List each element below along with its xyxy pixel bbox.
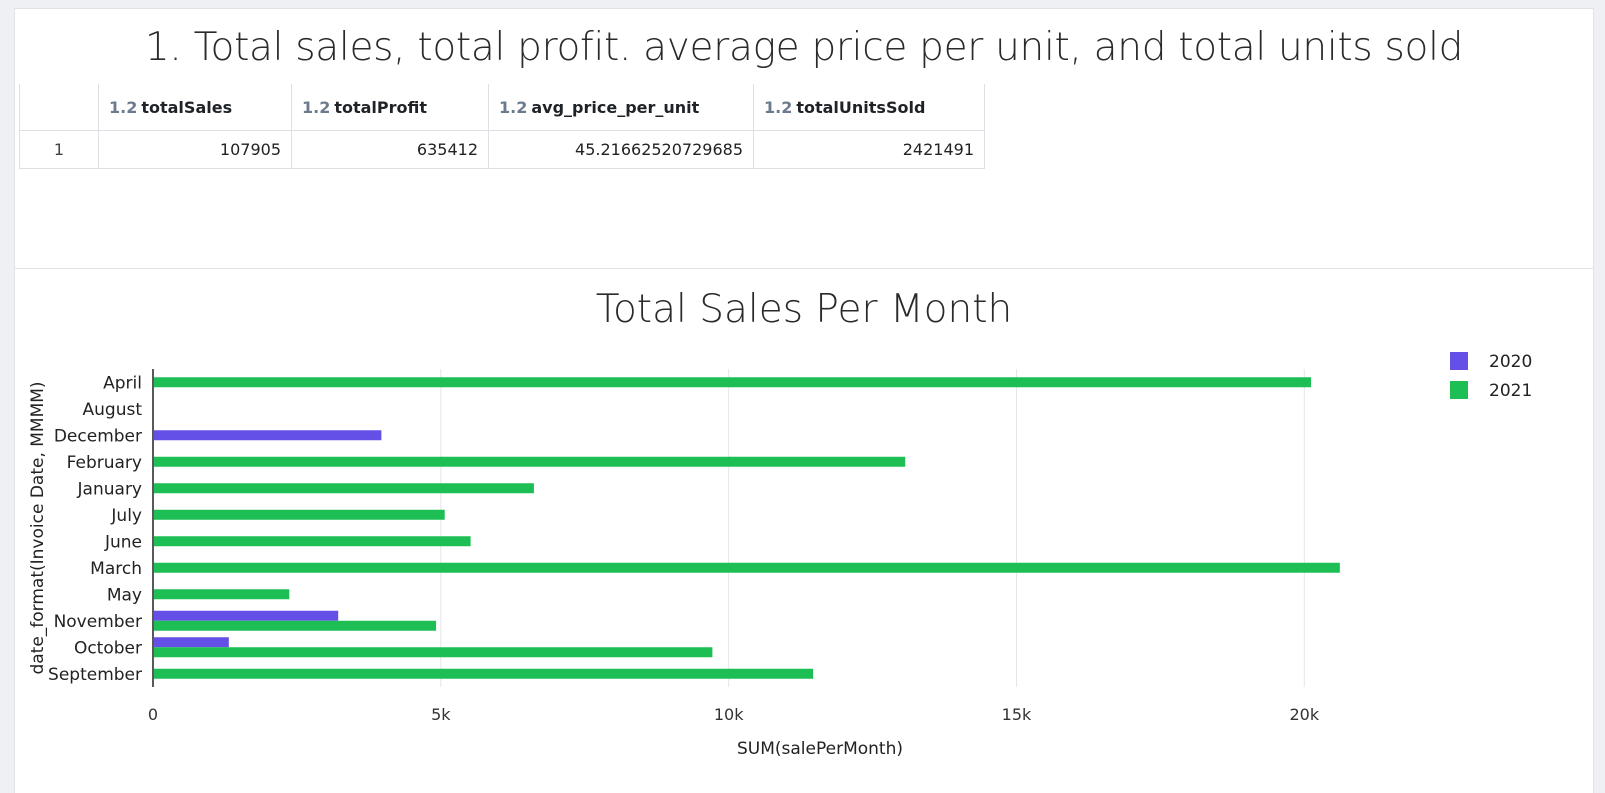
- table-panel-title: 1. Total sales, total profit. average pr…: [144, 25, 1464, 70]
- bar-2021: [154, 620, 437, 631]
- column-header-totalprofit[interactable]: 1.2 totalProfit: [291, 84, 489, 131]
- index-header: [19, 84, 99, 131]
- bar-2021: [154, 562, 1340, 573]
- bar-2020: [154, 610, 339, 621]
- y-tick-label: April: [103, 373, 142, 393]
- x-tick-label: 20k: [1289, 705, 1319, 724]
- column-header-label: totalUnitsSold: [796, 97, 926, 117]
- y-tick-label: May: [107, 585, 142, 605]
- bar-2021: [154, 668, 814, 679]
- x-tick-label: 10k: [714, 705, 744, 724]
- y-axis-label: date_format(Invoice Date, MMMM): [28, 381, 48, 674]
- column-header-totalunitssold[interactable]: 1.2 totalUnitsSold: [753, 84, 985, 131]
- legend-label-2021: 2021: [1489, 381, 1532, 401]
- bar-2021: [154, 377, 1312, 388]
- bar-2021: [154, 483, 534, 494]
- x-tick-label: 0: [148, 705, 158, 724]
- numeric-type-icon: 1.2: [764, 97, 793, 117]
- bar-2020: [154, 637, 229, 648]
- numeric-type-icon: 1.2: [302, 97, 331, 117]
- table-header-row: 1.2 totalSales 1.2 totalProfit 1.2 avg_pric…: [19, 84, 985, 131]
- table-panel: 1. Total sales, total profit. average pr…: [14, 8, 1594, 268]
- bar-2021: [154, 589, 290, 600]
- table-row: 1 107905 635412 45.21662520729685 242149…: [19, 130, 985, 169]
- y-tick-label: September: [48, 665, 142, 685]
- bar-2021: [154, 456, 906, 467]
- result-table: 1.2 totalSales 1.2 totalProfit 1.2 avg_pric…: [19, 84, 985, 169]
- bar-2021: [154, 647, 713, 658]
- chart-panel: Total Sales Per Month 0 5k 10k 15k 20k April A…: [14, 268, 1594, 793]
- column-header-label: avg_price_per_unit: [531, 97, 700, 117]
- column-header-totalsales[interactable]: 1.2 totalSales: [98, 84, 292, 131]
- y-tick-label: October: [74, 638, 142, 658]
- legend-label-2020: 2020: [1489, 352, 1532, 372]
- x-tick-label: 15k: [1002, 705, 1032, 724]
- y-tick-label: December: [54, 426, 142, 446]
- numeric-type-icon: 1.2: [499, 97, 528, 117]
- table-cell: 107905: [98, 130, 292, 169]
- column-header-label: totalSales: [141, 97, 233, 117]
- y-tick-label: July: [110, 506, 142, 526]
- bar-2021: [154, 509, 445, 520]
- bar-chart: 0 5k 10k 15k 20k April August December February J…: [28, 352, 1532, 759]
- y-tick-label: January: [77, 479, 142, 499]
- column-header-avg-price-per-unit[interactable]: 1.2 avg_price_per_unit: [488, 84, 754, 131]
- bar-2020: [154, 430, 382, 441]
- row-index: 1: [19, 130, 99, 169]
- column-header-label: totalProfit: [334, 97, 428, 117]
- legend-swatch-2020: [1450, 352, 1468, 370]
- y-tick-label: November: [54, 612, 142, 632]
- bar-2021: [154, 536, 471, 547]
- numeric-type-icon: 1.2: [109, 97, 138, 117]
- x-axis-label: SUM(salePerMonth): [737, 739, 903, 759]
- y-tick-label: February: [67, 453, 142, 473]
- table-cell: 45.21662520729685: [488, 130, 754, 169]
- y-tick-label: March: [90, 559, 142, 579]
- table-cell: 635412: [291, 130, 489, 169]
- y-tick-label: August: [83, 400, 143, 420]
- legend-swatch-2021: [1450, 381, 1468, 399]
- x-tick-label: 5k: [431, 705, 451, 724]
- table-cell: 2421491: [753, 130, 985, 169]
- y-tick-label: June: [104, 532, 142, 552]
